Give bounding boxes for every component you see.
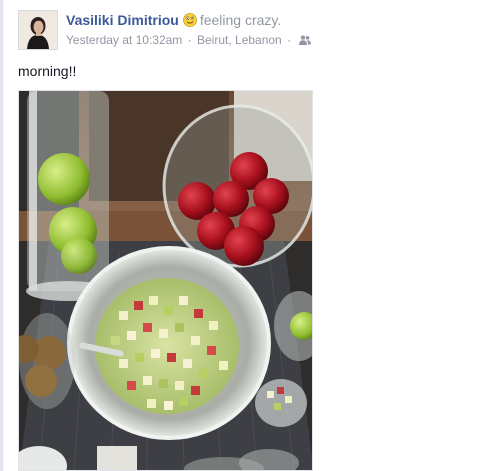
meta-separator: · [287, 33, 292, 47]
post-header: Vasiliki Dimitriou feeling crazy. [66, 11, 281, 29]
author-name-link[interactable]: Vasiliki Dimitriou [66, 12, 179, 28]
post-message: morning!! [18, 63, 77, 79]
post-photo[interactable] [18, 90, 313, 471]
friends-icon[interactable] [299, 35, 312, 45]
post-meta: Yesterday at 10:32am · Beirut, Lebanon · [66, 32, 312, 48]
post-timestamp-link[interactable]: Yesterday at 10:32am [66, 33, 182, 47]
meta-separator: · [187, 33, 192, 47]
left-edge-shade [3, 0, 4, 471]
location-link[interactable]: Beirut, Lebanon [197, 33, 282, 47]
profile-avatar[interactable] [18, 10, 58, 50]
profile-picture-icon [19, 11, 57, 49]
crazy-face-emoji-icon [182, 13, 197, 27]
breakfast-buffet-photo-icon [19, 91, 312, 470]
feeling-status[interactable]: feeling crazy. [200, 12, 281, 28]
